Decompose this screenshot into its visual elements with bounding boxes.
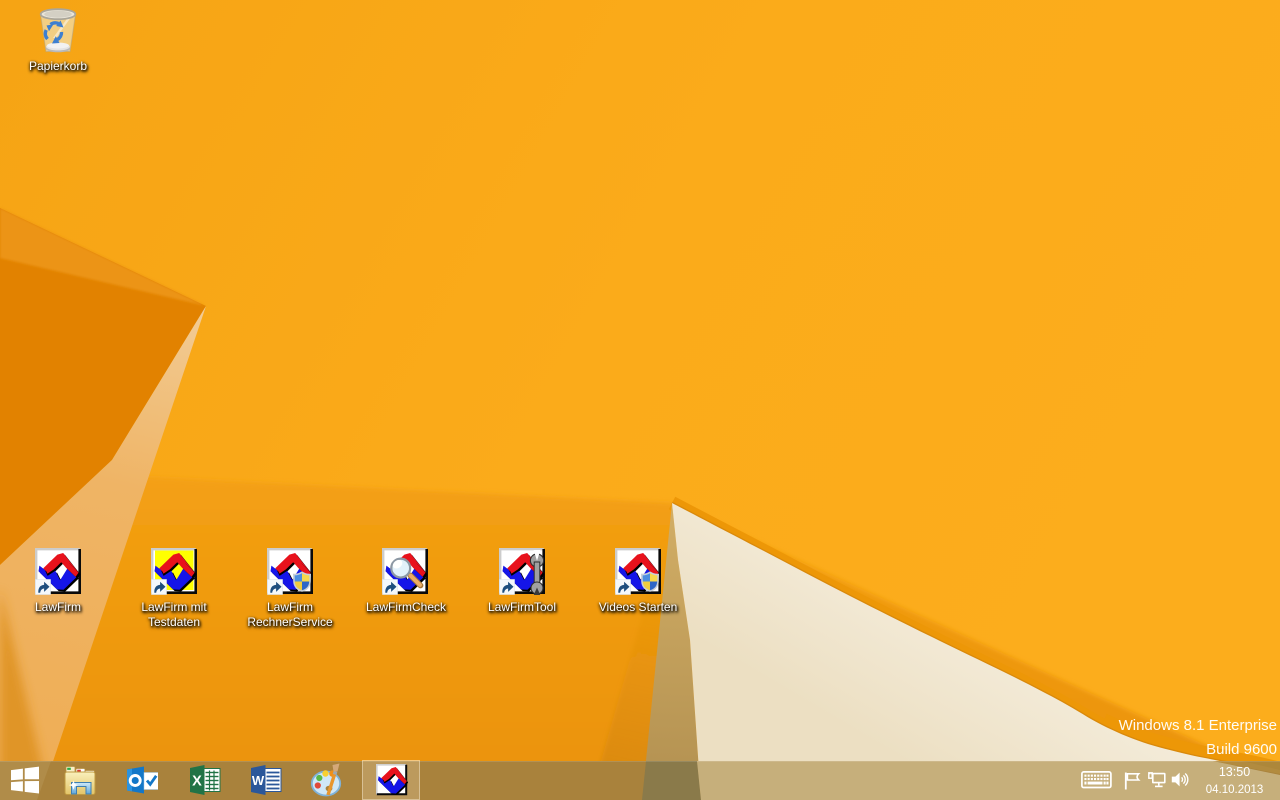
svg-text:X: X xyxy=(192,774,202,790)
svg-text:W: W xyxy=(252,773,265,788)
